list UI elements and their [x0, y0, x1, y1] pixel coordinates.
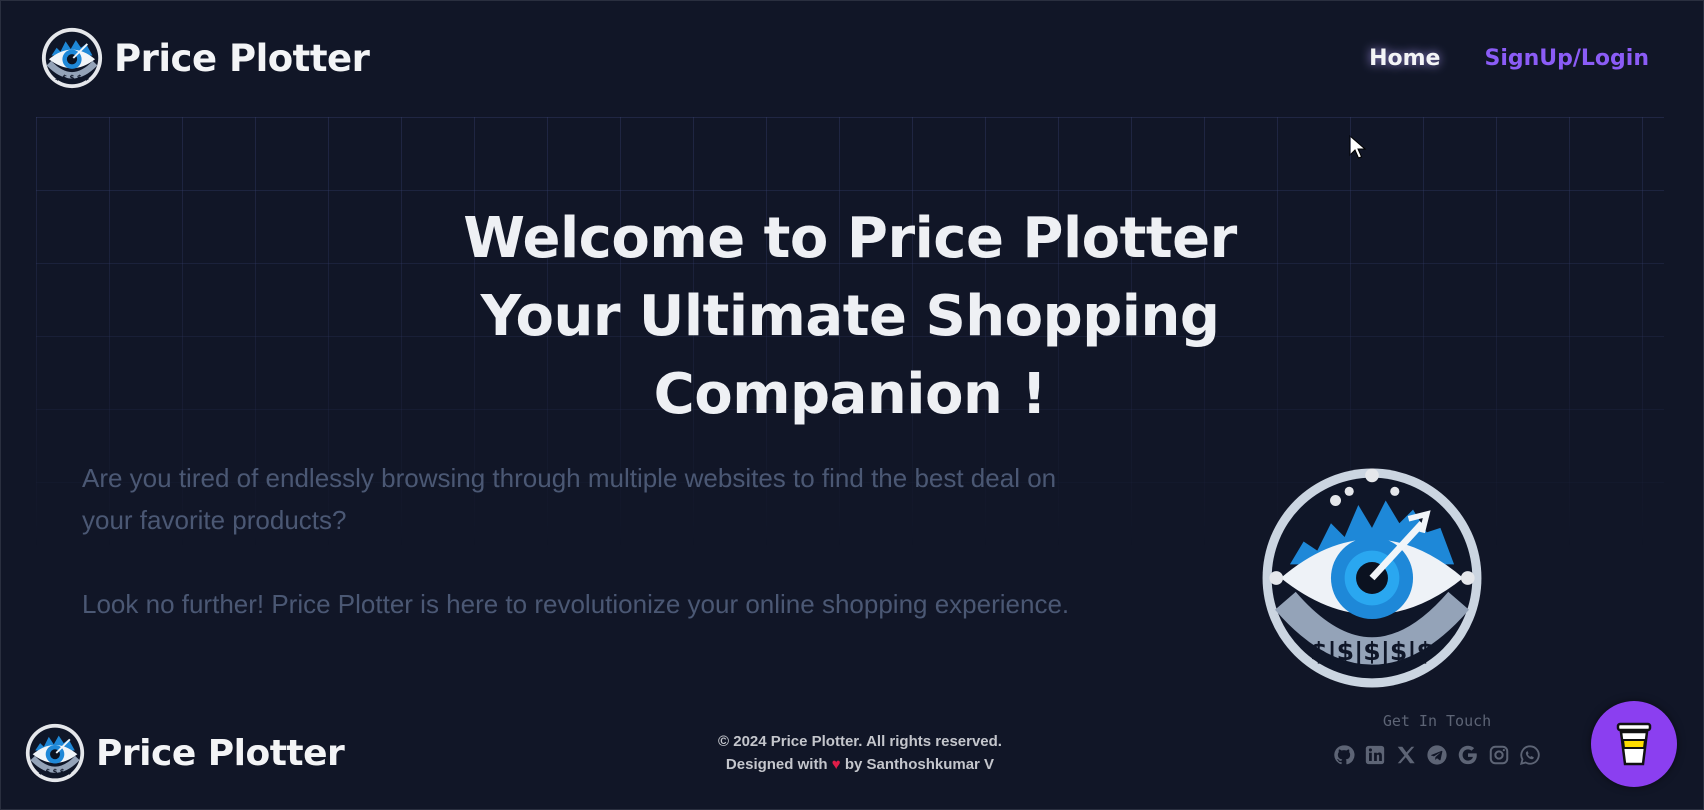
brand-name: Price Plotter: [114, 36, 370, 80]
price-plotter-logo-icon: $ $ $ $ $: [41, 27, 103, 89]
hero-eye-logo-icon: $|$|$|$|$: [1262, 468, 1482, 688]
hero-paragraph: Look no further! Price Plotter is here t…: [82, 589, 1070, 619]
nav-home-link[interactable]: Home: [1369, 46, 1440, 71]
get-in-touch-label: Get In Touch: [1382, 712, 1492, 730]
google-icon[interactable]: [1457, 744, 1479, 766]
hero-paragraph: Are you tired of endlessly browsing thro…: [82, 463, 1057, 535]
svg-text:$ $ $ $ $: $ $ $ $ $: [38, 768, 71, 776]
social-links: [1312, 744, 1562, 766]
hero-title: Welcome to Price Plotter Your Ultimate S…: [450, 200, 1250, 434]
heart-icon: ♥: [831, 756, 841, 773]
credit-author: by Santhoshkumar V: [844, 756, 995, 773]
copyright-text: © 2024 Price Plotter. All rights reserve…: [718, 733, 1002, 750]
telegram-icon[interactable]: [1426, 744, 1448, 766]
hero-description: Are you tired of endlessly browsing thro…: [82, 457, 1102, 667]
hero-section: Welcome to Price Plotter Your Ultimate S…: [450, 200, 1250, 434]
footer-copyright: © 2024 Price Plotter. All rights reserve…: [660, 730, 1060, 776]
credit-line: Designed with ♥ by Santhoshkumar V: [660, 753, 1060, 776]
main-nav: Home SignUp/Login: [1369, 46, 1649, 71]
instagram-icon[interactable]: [1488, 744, 1510, 766]
linkedin-icon[interactable]: [1364, 744, 1386, 766]
header-brand[interactable]: $ $ $ $ $ Price Plotter: [40, 26, 370, 90]
footer-brand-name: Price Plotter: [96, 732, 345, 774]
buy-me-a-coffee-button[interactable]: [1591, 701, 1677, 787]
footer-logo-icon: $ $ $ $ $: [25, 723, 85, 783]
credit-prefix: Designed with: [725, 756, 828, 773]
hero-title-line: Your Ultimate Shopping: [480, 284, 1220, 349]
nav-signup-login-link[interactable]: SignUp/Login: [1484, 46, 1649, 71]
x-icon[interactable]: [1395, 744, 1417, 766]
footer-brand[interactable]: $ $ $ $ $ Price Plotter: [24, 722, 345, 784]
hero-title-line: Companion !: [653, 362, 1047, 427]
coffee-cup-icon: [1616, 722, 1652, 766]
svg-text:$|$|$|$|$: $|$|$|$|$: [1310, 637, 1434, 666]
github-icon[interactable]: [1333, 744, 1355, 766]
whatsapp-icon[interactable]: [1519, 744, 1541, 766]
svg-text:$ $ $ $ $: $ $ $ $ $: [55, 73, 89, 82]
hero-title-line: Welcome to Price Plotter: [463, 206, 1237, 271]
get-in-touch: Get In Touch: [1312, 712, 1562, 766]
